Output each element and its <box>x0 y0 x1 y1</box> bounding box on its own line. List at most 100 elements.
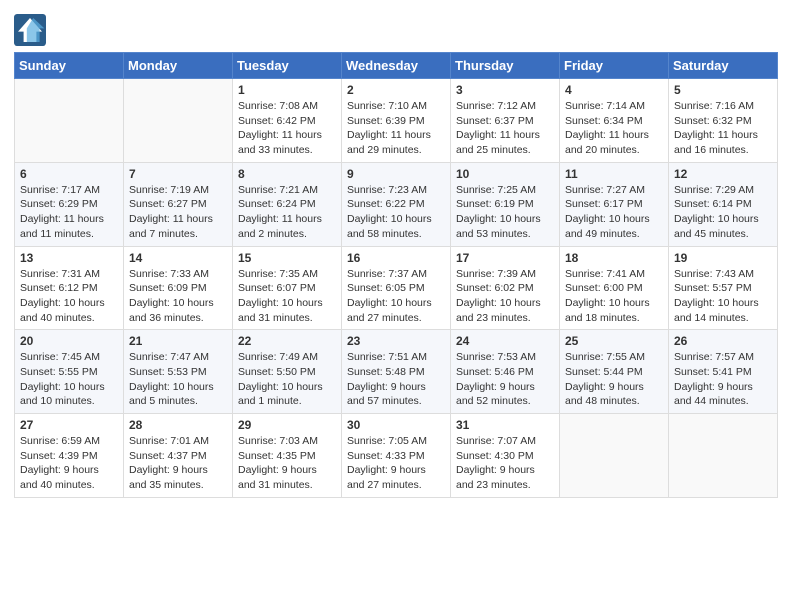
main-container: SundayMondayTuesdayWednesdayThursdayFrid… <box>0 0 792 508</box>
day-detail: Sunrise: 7:05 AM Sunset: 4:33 PM Dayligh… <box>347 434 445 493</box>
calendar-cell: 7 Sunrise: 7:19 AM Sunset: 6:27 PM Daylig… <box>124 162 233 246</box>
calendar-cell: 21Sunrise: 7:47 AM Sunset: 5:53 PM Dayli… <box>124 330 233 414</box>
day-detail: Sunrise: 7:16 AM Sunset: 6:32 PM Dayligh… <box>674 99 772 158</box>
calendar-cell: 5 Sunrise: 7:16 AM Sunset: 6:32 PM Daylig… <box>669 79 778 163</box>
day-number: 3 <box>456 83 554 97</box>
calendar-cell <box>124 79 233 163</box>
day-detail: Sunrise: 7:07 AM Sunset: 4:30 PM Dayligh… <box>456 434 554 493</box>
calendar-cell: 1Sunrise: 7:08 AM Sunset: 6:42 PM Daylig… <box>233 79 342 163</box>
calendar-cell: 28 Sunrise: 7:01 AM Sunset: 4:37 PM Dayli… <box>124 414 233 498</box>
day-number: 7 <box>129 167 227 181</box>
day-number: 20 <box>20 334 118 348</box>
calendar-cell: 31 Sunrise: 7:07 AM Sunset: 4:30 PM Dayli… <box>451 414 560 498</box>
day-number: 26 <box>674 334 772 348</box>
day-detail: Sunrise: 7:10 AM Sunset: 6:39 PM Dayligh… <box>347 99 445 158</box>
day-number: 15 <box>238 251 336 265</box>
header <box>14 10 778 46</box>
calendar-header-saturday: Saturday <box>669 53 778 79</box>
calendar-cell: 8 Sunrise: 7:21 AM Sunset: 6:24 PM Daylig… <box>233 162 342 246</box>
calendar-week-0: 1Sunrise: 7:08 AM Sunset: 6:42 PM Daylig… <box>15 79 778 163</box>
calendar-cell: 2 Sunrise: 7:10 AM Sunset: 6:39 PM Daylig… <box>342 79 451 163</box>
calendar-week-2: 13 Sunrise: 7:31 AM Sunset: 6:12 PM Dayli… <box>15 246 778 330</box>
calendar-cell: 3 Sunrise: 7:12 AM Sunset: 6:37 PM Daylig… <box>451 79 560 163</box>
day-detail: Sunrise: 7:49 AM Sunset: 5:50 PM Dayligh… <box>238 350 336 409</box>
calendar-cell: 15 Sunrise: 7:35 AM Sunset: 6:07 PM Dayli… <box>233 246 342 330</box>
calendar-cell: 22 Sunrise: 7:49 AM Sunset: 5:50 PM Dayli… <box>233 330 342 414</box>
day-number: 27 <box>20 418 118 432</box>
day-detail: Sunrise: 7:23 AM Sunset: 6:22 PM Dayligh… <box>347 183 445 242</box>
day-detail: Sunrise: 7:43 AM Sunset: 5:57 PM Dayligh… <box>674 267 772 326</box>
calendar-cell <box>560 414 669 498</box>
calendar-header-row: SundayMondayTuesdayWednesdayThursdayFrid… <box>15 53 778 79</box>
day-detail: Sunrise: 7:31 AM Sunset: 6:12 PM Dayligh… <box>20 267 118 326</box>
day-number: 8 <box>238 167 336 181</box>
day-number: 30 <box>347 418 445 432</box>
day-detail: Sunrise: 7:41 AM Sunset: 6:00 PM Dayligh… <box>565 267 663 326</box>
calendar-cell: 19 Sunrise: 7:43 AM Sunset: 5:57 PM Dayli… <box>669 246 778 330</box>
day-detail: Sunrise: 7:35 AM Sunset: 6:07 PM Dayligh… <box>238 267 336 326</box>
calendar-header-sunday: Sunday <box>15 53 124 79</box>
calendar-cell: 17Sunrise: 7:39 AM Sunset: 6:02 PM Dayli… <box>451 246 560 330</box>
calendar-cell: 6Sunrise: 7:17 AM Sunset: 6:29 PM Daylig… <box>15 162 124 246</box>
calendar-cell: 11 Sunrise: 7:27 AM Sunset: 6:17 PM Dayli… <box>560 162 669 246</box>
day-detail: Sunrise: 7:03 AM Sunset: 4:35 PM Dayligh… <box>238 434 336 493</box>
day-number: 21 <box>129 334 227 348</box>
calendar-cell: 27 Sunrise: 6:59 AM Sunset: 4:39 PM Dayli… <box>15 414 124 498</box>
day-number: 4 <box>565 83 663 97</box>
calendar-cell <box>15 79 124 163</box>
day-number: 13 <box>20 251 118 265</box>
day-detail: Sunrise: 7:12 AM Sunset: 6:37 PM Dayligh… <box>456 99 554 158</box>
calendar-week-4: 27 Sunrise: 6:59 AM Sunset: 4:39 PM Dayli… <box>15 414 778 498</box>
calendar-table: SundayMondayTuesdayWednesdayThursdayFrid… <box>14 52 778 498</box>
calendar-cell: 30 Sunrise: 7:05 AM Sunset: 4:33 PM Dayli… <box>342 414 451 498</box>
day-detail: Sunrise: 7:14 AM Sunset: 6:34 PM Dayligh… <box>565 99 663 158</box>
calendar-cell: 23 Sunrise: 7:51 AM Sunset: 5:48 PM Dayli… <box>342 330 451 414</box>
day-detail: Sunrise: 7:53 AM Sunset: 5:46 PM Dayligh… <box>456 350 554 409</box>
calendar-header-friday: Friday <box>560 53 669 79</box>
day-detail: Sunrise: 7:57 AM Sunset: 5:41 PM Dayligh… <box>674 350 772 409</box>
day-number: 16 <box>347 251 445 265</box>
calendar-cell: 9Sunrise: 7:23 AM Sunset: 6:22 PM Daylig… <box>342 162 451 246</box>
calendar-cell: 4 Sunrise: 7:14 AM Sunset: 6:34 PM Daylig… <box>560 79 669 163</box>
calendar-week-1: 6Sunrise: 7:17 AM Sunset: 6:29 PM Daylig… <box>15 162 778 246</box>
day-detail: Sunrise: 7:45 AM Sunset: 5:55 PM Dayligh… <box>20 350 118 409</box>
day-number: 29 <box>238 418 336 432</box>
day-detail: Sunrise: 7:33 AM Sunset: 6:09 PM Dayligh… <box>129 267 227 326</box>
day-detail: Sunrise: 7:01 AM Sunset: 4:37 PM Dayligh… <box>129 434 227 493</box>
calendar-header-wednesday: Wednesday <box>342 53 451 79</box>
calendar-cell: 12Sunrise: 7:29 AM Sunset: 6:14 PM Dayli… <box>669 162 778 246</box>
calendar-cell: 29 Sunrise: 7:03 AM Sunset: 4:35 PM Dayli… <box>233 414 342 498</box>
day-number: 19 <box>674 251 772 265</box>
day-number: 25 <box>565 334 663 348</box>
calendar-cell: 13 Sunrise: 7:31 AM Sunset: 6:12 PM Dayli… <box>15 246 124 330</box>
day-number: 5 <box>674 83 772 97</box>
day-number: 12 <box>674 167 772 181</box>
calendar-header-thursday: Thursday <box>451 53 560 79</box>
day-detail: Sunrise: 7:51 AM Sunset: 5:48 PM Dayligh… <box>347 350 445 409</box>
day-detail: Sunrise: 7:19 AM Sunset: 6:27 PM Dayligh… <box>129 183 227 242</box>
day-number: 2 <box>347 83 445 97</box>
day-number: 28 <box>129 418 227 432</box>
day-detail: Sunrise: 6:59 AM Sunset: 4:39 PM Dayligh… <box>20 434 118 493</box>
day-number: 22 <box>238 334 336 348</box>
day-number: 17 <box>456 251 554 265</box>
day-detail: Sunrise: 7:55 AM Sunset: 5:44 PM Dayligh… <box>565 350 663 409</box>
day-detail: Sunrise: 7:27 AM Sunset: 6:17 PM Dayligh… <box>565 183 663 242</box>
day-number: 23 <box>347 334 445 348</box>
day-detail: Sunrise: 7:17 AM Sunset: 6:29 PM Dayligh… <box>20 183 118 242</box>
calendar-cell: 24 Sunrise: 7:53 AM Sunset: 5:46 PM Dayli… <box>451 330 560 414</box>
calendar-cell: 26 Sunrise: 7:57 AM Sunset: 5:41 PM Dayli… <box>669 330 778 414</box>
day-number: 18 <box>565 251 663 265</box>
day-number: 31 <box>456 418 554 432</box>
day-detail: Sunrise: 7:21 AM Sunset: 6:24 PM Dayligh… <box>238 183 336 242</box>
calendar-header-monday: Monday <box>124 53 233 79</box>
day-detail: Sunrise: 7:25 AM Sunset: 6:19 PM Dayligh… <box>456 183 554 242</box>
day-detail: Sunrise: 7:08 AM Sunset: 6:42 PM Dayligh… <box>238 99 336 158</box>
calendar-cell <box>669 414 778 498</box>
calendar-cell: 25 Sunrise: 7:55 AM Sunset: 5:44 PM Dayli… <box>560 330 669 414</box>
calendar-week-3: 20 Sunrise: 7:45 AM Sunset: 5:55 PM Dayli… <box>15 330 778 414</box>
day-number: 24 <box>456 334 554 348</box>
day-number: 11 <box>565 167 663 181</box>
day-number: 14 <box>129 251 227 265</box>
logo-icon <box>14 14 46 46</box>
